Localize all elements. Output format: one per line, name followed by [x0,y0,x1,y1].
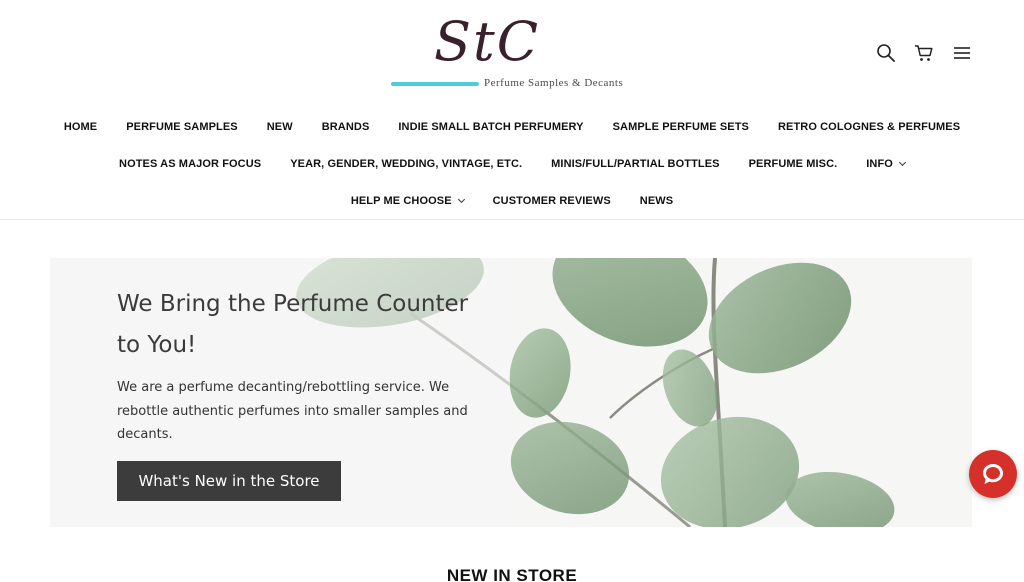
chat-widget-button[interactable] [969,450,1017,498]
nav-item-help-me-choose[interactable]: HELP ME CHOOSE [350,194,465,207]
nav-item-new[interactable]: NEW [267,121,293,133]
nav-item-notes[interactable]: NOTES AS MAJOR FOCUS [119,158,261,170]
logo-mark: StC [434,10,541,73]
search-icon[interactable] [876,42,896,64]
nav-item-home[interactable]: HOME [64,121,97,133]
whats-new-button[interactable]: What's New in the Store [117,461,341,501]
menu-icon[interactable] [952,42,972,64]
hero-description: We are a perfume decanting/rebottling se… [117,380,468,442]
hero-title: We Bring the Perfume Counter to You! [117,291,469,358]
nav-row: NOTES AS MAJOR FOCUS YEAR, GENDER, WEDDI… [0,145,1024,182]
nav-item-info[interactable]: INFO [866,157,907,170]
nav-item-retro[interactable]: RETRO COLOGNES & PERFUMES [778,121,960,133]
nav-item-customer-reviews[interactable]: CUSTOMER REVIEWS [493,195,611,207]
nav-item-bottles[interactable]: MINIS/FULL/PARTIAL BOTTLES [551,158,719,170]
site-logo[interactable]: StC Perfume Samples & Decants [390,10,650,94]
chevron-down-icon [457,195,465,203]
nav-row: HELP ME CHOOSE CUSTOMER REVIEWS NEWS [0,182,1024,219]
nav-item-perfume-samples[interactable]: PERFUME SAMPLES [126,121,238,133]
logo-tagline: Perfume Samples & Decants [484,77,624,89]
logo-accent-line [391,82,479,86]
nav-item-misc[interactable]: PERFUME MISC. [749,158,838,170]
hero-banner: We Bring the Perfume Counter to You! We … [50,258,972,527]
section-title: NEW IN STORE [446,566,578,582]
nav-item-year-gender[interactable]: YEAR, GENDER, WEDDING, VINTAGE, ETC. [290,158,522,170]
nav-item-info-label: INFO [866,157,893,170]
nav-item-brands[interactable]: BRANDS [322,121,370,133]
nav-row: HOME PERFUME SAMPLES NEW BRANDS INDIE SM… [0,108,1024,145]
chat-bubble-icon [983,464,1003,484]
nav-item-help-label: HELP ME CHOOSE [350,194,452,207]
main-nav: HOME PERFUME SAMPLES NEW BRANDS INDIE SM… [0,108,1024,219]
chevron-down-icon [898,158,907,166]
cart-icon[interactable] [914,42,934,64]
hero-content: We Bring the Perfume Counter to You! We … [117,284,497,447]
header-actions [876,42,972,64]
nav-item-indie[interactable]: INDIE SMALL BATCH PERFUMERY [398,121,583,133]
nav-item-news[interactable]: NEWS [640,195,673,207]
nav-item-sample-sets[interactable]: SAMPLE PERFUME SETS [613,121,749,133]
site-header: StC Perfume Samples & Decants HOME PERFU… [0,0,1024,220]
